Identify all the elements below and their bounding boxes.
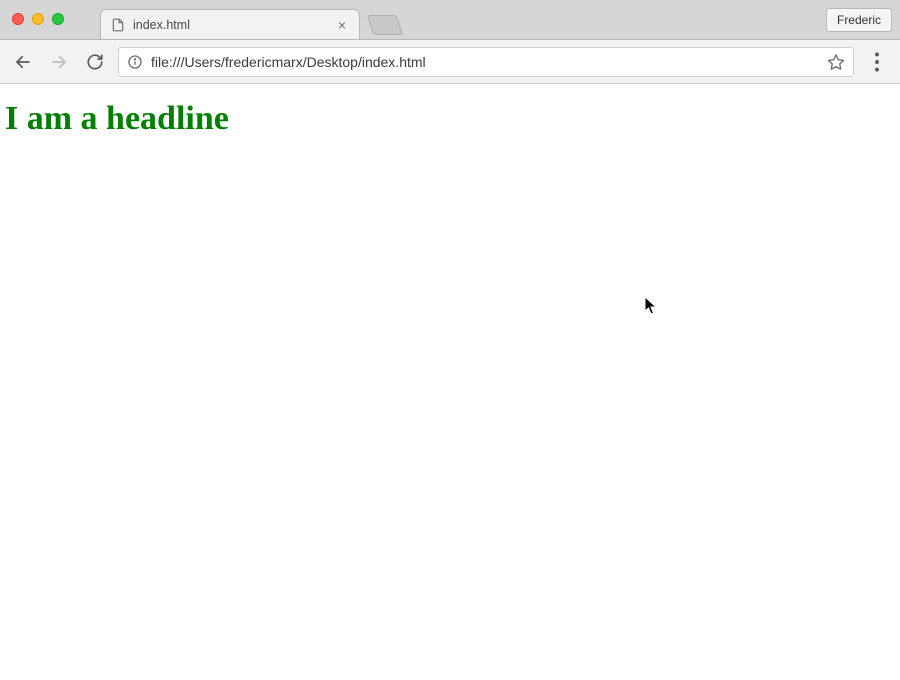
forward-button[interactable] (46, 49, 72, 75)
tab-strip: index.html × Frederic (0, 0, 900, 40)
toolbar: file:///Users/fredericmarx/Desktop/index… (0, 40, 900, 84)
address-bar[interactable]: file:///Users/fredericmarx/Desktop/index… (118, 47, 854, 77)
profile-name: Frederic (837, 13, 881, 27)
bookmark-star-icon[interactable] (827, 53, 845, 71)
reload-button[interactable] (82, 49, 108, 75)
window-controls (12, 13, 64, 25)
browser-menu-button[interactable] (864, 49, 890, 75)
tabs-area: index.html × (100, 0, 400, 39)
site-info-icon[interactable] (127, 54, 143, 70)
page-content: I am a headline (0, 84, 900, 680)
page-headline: I am a headline (5, 100, 895, 138)
url-text: file:///Users/fredericmarx/Desktop/index… (151, 54, 819, 70)
tab-close-icon[interactable]: × (335, 18, 349, 32)
file-icon (111, 18, 125, 32)
tab-title: index.html (133, 18, 327, 32)
window-close-button[interactable] (12, 13, 24, 25)
window-maximize-button[interactable] (52, 13, 64, 25)
new-tab-button[interactable] (367, 15, 403, 35)
window-minimize-button[interactable] (32, 13, 44, 25)
browser-tab[interactable]: index.html × (100, 9, 360, 39)
back-button[interactable] (10, 49, 36, 75)
profile-button[interactable]: Frederic (826, 8, 892, 32)
